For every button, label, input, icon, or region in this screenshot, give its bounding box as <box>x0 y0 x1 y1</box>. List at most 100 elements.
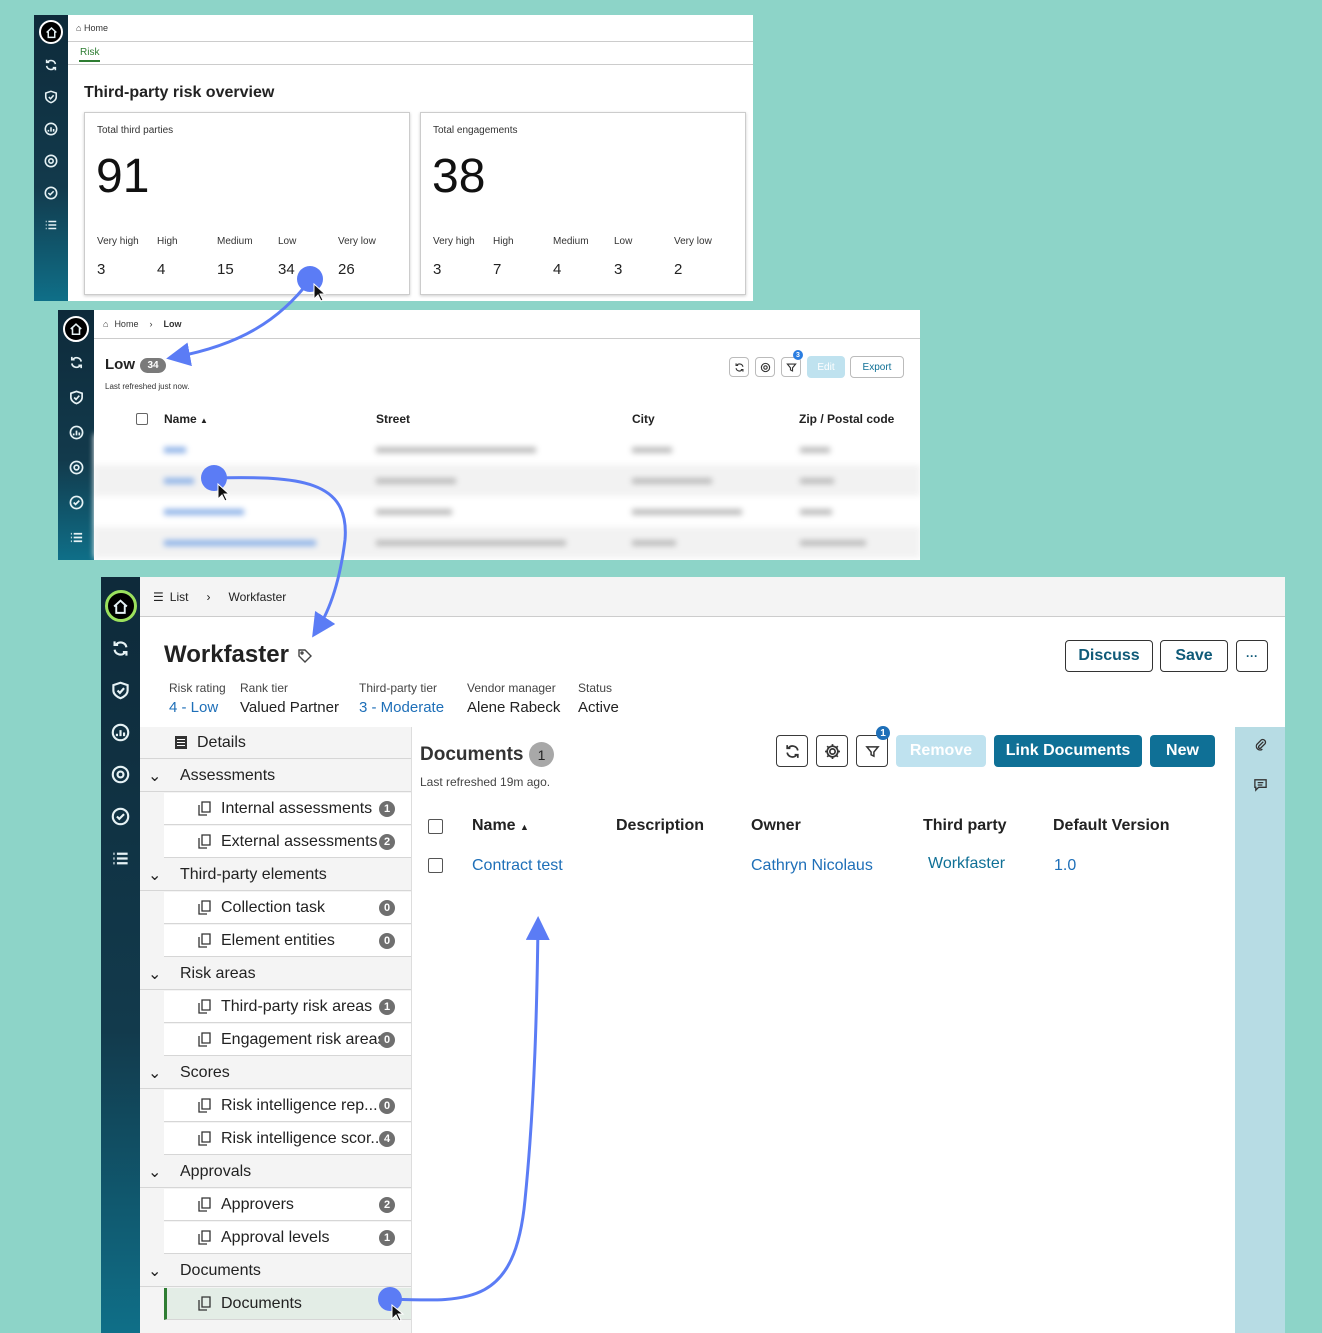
document-version-link[interactable]: 1.0 <box>1054 857 1076 875</box>
risk-level-count[interactable]: 15 <box>217 261 234 278</box>
save-button[interactable]: Save <box>1160 640 1228 672</box>
comment-icon[interactable] <box>1253 777 1268 797</box>
discuss-button[interactable]: Discuss <box>1065 640 1153 672</box>
risk-level-count[interactable]: 4 <box>553 261 561 278</box>
shield-icon[interactable] <box>69 390 84 405</box>
target-icon[interactable] <box>111 765 130 784</box>
table-row[interactable] <box>94 465 920 496</box>
column-header-city[interactable]: City <box>632 412 655 426</box>
home-icon[interactable] <box>63 316 89 342</box>
risk-level-count[interactable]: 3 <box>97 261 105 278</box>
nav-group-header[interactable]: ⌄ Third-party elements <box>140 859 411 891</box>
target-icon[interactable] <box>69 460 84 475</box>
list-icon[interactable] <box>111 849 130 868</box>
document-owner-link[interactable]: Cathryn Nicolaus <box>751 857 873 875</box>
gauge-icon[interactable] <box>111 723 130 742</box>
home-icon[interactable] <box>39 20 63 44</box>
nav-group-header[interactable]: ⌄ Approvals <box>140 1156 411 1188</box>
nav-item[interactable]: Element entities 0 <box>164 925 411 957</box>
nav-group-label: Risk areas <box>180 964 256 982</box>
column-header-owner[interactable]: Owner <box>751 817 801 835</box>
target-icon[interactable] <box>44 154 58 168</box>
field-label: Status <box>578 681 613 695</box>
chevron-down-icon: ⌄ <box>148 866 162 884</box>
table-row[interactable] <box>94 434 920 465</box>
risk-level-count[interactable]: 34 <box>278 261 295 278</box>
sync-icon[interactable] <box>111 639 130 658</box>
tag-icon[interactable] <box>297 648 313 669</box>
nav-item[interactable]: Risk intelligence scor... 4 <box>164 1123 411 1155</box>
table-row[interactable] <box>94 496 920 527</box>
risk-level-count[interactable]: 7 <box>493 261 501 278</box>
field-value-link[interactable]: 3 - Moderate <box>359 699 444 716</box>
export-button[interactable]: Export <box>850 356 904 378</box>
list-icon[interactable] <box>69 530 84 545</box>
nav-details[interactable]: Details <box>140 727 411 759</box>
breadcrumb-home[interactable]: Home <box>84 23 108 33</box>
document-name-link[interactable]: Contract test <box>472 857 563 875</box>
nav-item[interactable]: Third-party risk areas 1 <box>164 991 411 1023</box>
nav-item[interactable]: Documents <box>164 1288 411 1320</box>
column-header-street[interactable]: Street <box>376 412 410 426</box>
risk-level-count[interactable]: 2 <box>674 261 682 278</box>
field-value-link[interactable]: 4 - Low <box>169 699 226 716</box>
breadcrumb-home[interactable]: Home <box>114 319 138 329</box>
check-circle-icon[interactable] <box>69 495 84 510</box>
risk-level-count[interactable]: 3 <box>614 261 622 278</box>
nav-group-header[interactable]: ⌄ Risk areas <box>140 958 411 990</box>
row-checkbox[interactable] <box>428 858 443 873</box>
filter-button[interactable] <box>781 357 801 377</box>
column-header-third-party[interactable]: Third party <box>923 817 1007 835</box>
nav-group-header[interactable]: ⌄ Scores <box>140 1057 411 1089</box>
risk-level-count[interactable]: 4 <box>157 261 165 278</box>
column-header-description[interactable]: Description <box>616 817 704 835</box>
table-row[interactable]: Contract test Cathryn Nicolaus Workfaste… <box>413 847 1235 885</box>
home-icon[interactable] <box>104 590 137 622</box>
refresh-button[interactable] <box>776 735 808 767</box>
sort-asc-icon: ▲ <box>520 822 529 832</box>
attachment-icon[interactable] <box>1253 737 1268 757</box>
list-icon[interactable] <box>44 218 58 232</box>
column-header-zip[interactable]: Zip / Postal code <box>799 412 894 426</box>
risk-level-count[interactable]: 26 <box>338 261 355 278</box>
risk-level-count[interactable]: 3 <box>433 261 441 278</box>
tab-risk[interactable]: Risk <box>79 47 101 62</box>
settings-button[interactable] <box>816 735 848 767</box>
shield-icon[interactable] <box>44 90 58 104</box>
filter-count-badge: 3 <box>793 350 803 360</box>
nav-group-header[interactable]: ⌄ Assessments <box>140 760 411 792</box>
nav-item[interactable]: Approval levels 1 <box>164 1222 411 1254</box>
new-button[interactable]: New <box>1150 735 1215 767</box>
nav-item[interactable]: Engagement risk areas 0 <box>164 1024 411 1056</box>
nav-item[interactable]: Approvers 2 <box>164 1189 411 1221</box>
shield-icon[interactable] <box>111 681 130 700</box>
sync-icon[interactable] <box>44 58 58 72</box>
select-all-checkbox[interactable] <box>428 819 443 834</box>
gauge-icon[interactable] <box>69 425 84 440</box>
nav-item[interactable]: Collection task 0 <box>164 892 411 924</box>
column-header-name[interactable]: Name ▲ <box>164 412 208 426</box>
check-circle-icon[interactable] <box>111 807 130 826</box>
document-third-party-link[interactable]: Workfaster <box>928 855 1005 873</box>
edit-button[interactable]: Edit <box>807 356 845 378</box>
nav-item[interactable]: Internal assessments 1 <box>164 793 411 825</box>
sync-icon[interactable] <box>69 355 84 370</box>
column-header-name[interactable]: Name ▲ <box>472 817 529 835</box>
refresh-button[interactable] <box>729 357 749 377</box>
filter-count-badge: 1 <box>876 726 890 740</box>
more-button[interactable]: ··· <box>1236 640 1268 672</box>
settings-button[interactable] <box>755 357 775 377</box>
gauge-icon[interactable] <box>44 122 58 136</box>
select-all-checkbox[interactable] <box>136 413 148 425</box>
card-total-value[interactable]: 91 <box>96 149 149 204</box>
remove-button[interactable]: Remove <box>896 735 986 767</box>
nav-item[interactable]: Risk intelligence rep... 0 <box>164 1090 411 1122</box>
column-header-default-version[interactable]: Default Version <box>1053 817 1169 835</box>
card-total-value[interactable]: 38 <box>432 149 485 204</box>
link-documents-button[interactable]: Link Documents <box>994 735 1142 767</box>
check-circle-icon[interactable] <box>44 186 58 200</box>
breadcrumb-list[interactable]: List <box>170 590 189 604</box>
table-row[interactable] <box>94 527 920 558</box>
nav-item[interactable]: External assessments 2 <box>164 826 411 858</box>
nav-group-header[interactable]: ⌄ Documents <box>140 1255 411 1287</box>
